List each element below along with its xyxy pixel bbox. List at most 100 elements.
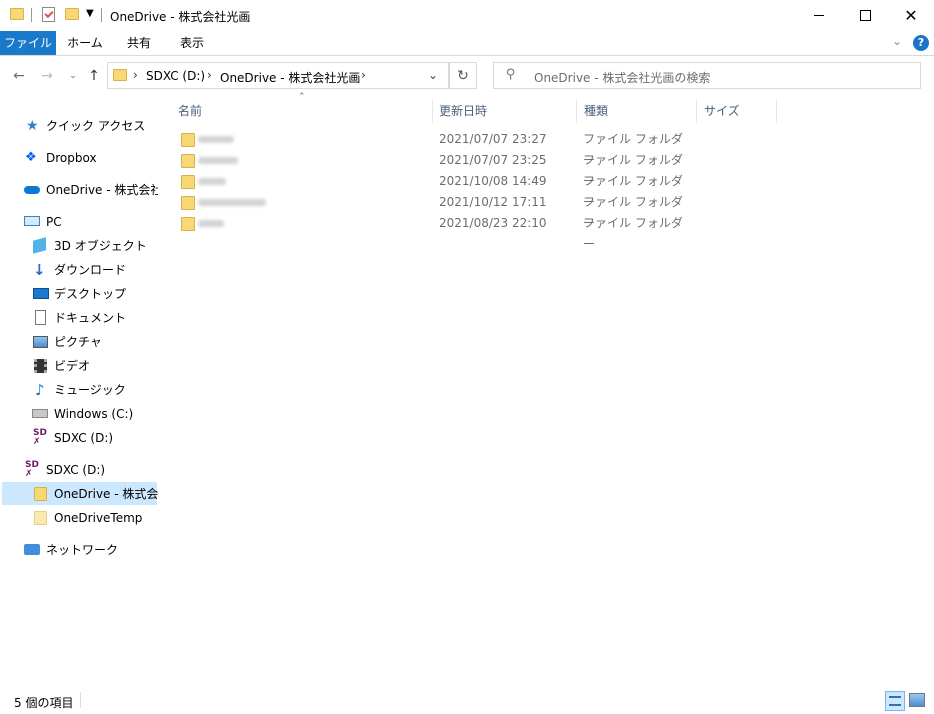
sidebar-item-label: ピクチャ: [54, 335, 102, 349]
sidebar-item-documents[interactable]: ドキュメント: [0, 307, 158, 329]
tab-share[interactable]: 共有: [114, 31, 164, 55]
recent-locations-button[interactable]: ⌄: [62, 64, 84, 88]
folder-icon: [113, 69, 127, 81]
status-item-count: 5 個の項目: [14, 696, 74, 710]
cube-icon: [33, 237, 46, 254]
sidebar-item-onedrivetemp[interactable]: OneDriveTemp: [0, 507, 158, 529]
sidebar-item-windows-c[interactable]: Windows (C:): [0, 403, 158, 425]
back-button[interactable]: ←: [8, 64, 30, 88]
divider: [80, 692, 81, 708]
chevron-down-icon: ⌄: [69, 71, 77, 81]
column-divider[interactable]: [576, 99, 577, 123]
date-modified: 2021/10/12 17:11: [439, 195, 547, 209]
sidebar-item-videos[interactable]: ビデオ: [0, 355, 158, 377]
divider: [101, 8, 102, 22]
windows-drive-icon: [32, 409, 48, 418]
sidebar-item-quick-access[interactable]: ★ クイック アクセス: [0, 115, 158, 137]
sd-card-icon: SD ✗: [33, 428, 47, 447]
sidebar-item-label: ミュージック: [54, 383, 126, 397]
column-header-size[interactable]: サイズ: [704, 100, 740, 122]
file-type: ファイル フォルダー: [583, 174, 683, 209]
sidebar-item-label: ネットワーク: [46, 543, 119, 557]
network-icon: [24, 544, 40, 555]
quick-access-toolbar-dropdown-icon[interactable]: ▼: [86, 8, 94, 19]
arrow-left-icon: ←: [13, 68, 25, 84]
file-name-redacted: [198, 136, 234, 143]
divider: [31, 8, 32, 22]
forward-button[interactable]: →: [36, 64, 58, 88]
sidebar-item-music[interactable]: ♪ ミュージック: [0, 379, 158, 401]
sidebar-item-label: Dropbox: [46, 151, 97, 165]
file-name-redacted: [198, 157, 238, 164]
maximize-icon: [859, 10, 871, 21]
folder-icon: [181, 154, 195, 168]
details-view-button[interactable]: [885, 691, 905, 711]
sidebar-item-downloads[interactable]: ↓ ダウンロード: [0, 259, 158, 281]
search-icon: ⚲: [506, 67, 516, 82]
refresh-button[interactable]: ↻: [449, 62, 477, 89]
sidebar-item-pictures[interactable]: ピクチャ: [0, 331, 158, 353]
sidebar-item-label: OneDrive - 株式会社: [54, 487, 158, 501]
minimize-button[interactable]: [796, 0, 842, 31]
sidebar-item-sdxc-d[interactable]: SD ✗ SDXC (D:): [0, 427, 158, 449]
pc-icon: [24, 216, 40, 226]
sidebar-item-label: デスクトップ: [54, 287, 127, 301]
column-divider[interactable]: [776, 99, 777, 123]
new-folder-icon[interactable]: [65, 8, 79, 20]
sidebar-item-onedrive-folder[interactable]: OneDrive - 株式会社: [0, 483, 158, 505]
address-dropdown-icon[interactable]: ⌄: [428, 68, 438, 82]
file-name-redacted: [198, 199, 266, 206]
column-divider[interactable]: [432, 99, 433, 123]
date-modified: 2021/08/23 22:10: [439, 216, 547, 230]
tab-file[interactable]: ファイル: [0, 31, 56, 55]
folder-icon: [181, 175, 195, 189]
navigation-pane: ★ クイック アクセス ❖ Dropbox OneDrive - 株式会社光 P…: [0, 95, 158, 685]
sidebar-item-3d-objects[interactable]: 3D オブジェクト: [0, 235, 158, 257]
breadcrumb-separator: ›: [133, 68, 138, 82]
table-row[interactable]: 2021/10/08 14:49 ファイル フォルダー: [170, 171, 690, 209]
sidebar-item-label: ダウンロード: [54, 263, 127, 277]
maximize-button[interactable]: [842, 0, 888, 31]
table-row[interactable]: 2021/07/07 23:27 ファイル フォルダー: [170, 129, 690, 167]
desktop-icon: [33, 288, 49, 299]
up-button[interactable]: ↑: [83, 64, 105, 88]
tab-home[interactable]: ホーム: [60, 31, 110, 55]
sidebar-item-network[interactable]: ネットワーク: [0, 539, 158, 561]
column-header-name[interactable]: 名前: [178, 100, 202, 122]
table-row[interactable]: 2021/07/07 23:25 ファイル フォルダー: [170, 150, 690, 188]
close-button[interactable]: ✕: [888, 0, 934, 31]
column-header-type[interactable]: 種類: [584, 100, 608, 122]
table-row[interactable]: 2021/10/12 17:11 ファイル フォルダー: [170, 192, 690, 230]
breadcrumb-separator: ›: [207, 68, 212, 82]
sidebar-item-sdxc-d-root[interactable]: SD ✗ SDXC (D:): [0, 459, 158, 481]
table-row[interactable]: 2021/08/23 22:10 ファイル フォルダー: [170, 213, 690, 251]
folder-icon: [34, 511, 47, 525]
sidebar-item-onedrive[interactable]: OneDrive - 株式会社光: [0, 179, 158, 201]
download-icon: ↓: [33, 261, 46, 279]
breadcrumb-onedrive[interactable]: OneDrive - 株式会社光画: [220, 69, 360, 86]
folder-icon: [34, 487, 47, 501]
sidebar-item-label: SDXC (D:): [46, 463, 106, 477]
file-type: ファイル フォルダー: [583, 132, 683, 167]
ribbon-expand-icon[interactable]: ⌄: [892, 34, 902, 48]
column-divider[interactable]: [696, 99, 697, 123]
file-type: ファイル フォルダー: [583, 195, 683, 230]
large-icons-view-button[interactable]: [909, 693, 925, 707]
address-bar[interactable]: › SDXC (D:) › OneDrive - 株式会社光画 › ⌄: [107, 62, 449, 89]
tab-view[interactable]: 表示: [166, 31, 218, 55]
properties-icon[interactable]: [42, 7, 55, 22]
refresh-icon: ↻: [457, 67, 469, 84]
help-icon[interactable]: ?: [913, 35, 929, 51]
sidebar-item-dropbox[interactable]: ❖ Dropbox: [0, 147, 158, 169]
arrow-up-icon: ↑: [88, 68, 100, 84]
search-box[interactable]: ⚲ OneDrive - 株式会社光画の検索: [493, 62, 921, 89]
close-icon: ✕: [904, 6, 918, 25]
title-bar: ▼ OneDrive - 株式会社光画 ✕: [0, 0, 934, 31]
sidebar-item-label: Windows (C:): [54, 407, 134, 421]
sidebar-item-desktop[interactable]: デスクトップ: [0, 283, 158, 305]
folder-icon: [181, 196, 195, 210]
sidebar-item-pc[interactable]: PC: [0, 211, 158, 233]
search-input[interactable]: OneDrive - 株式会社光画の検索: [534, 69, 710, 86]
column-header-date-modified[interactable]: 更新日時: [439, 100, 487, 122]
breadcrumb-sdxc[interactable]: SDXC (D:): [146, 69, 205, 83]
